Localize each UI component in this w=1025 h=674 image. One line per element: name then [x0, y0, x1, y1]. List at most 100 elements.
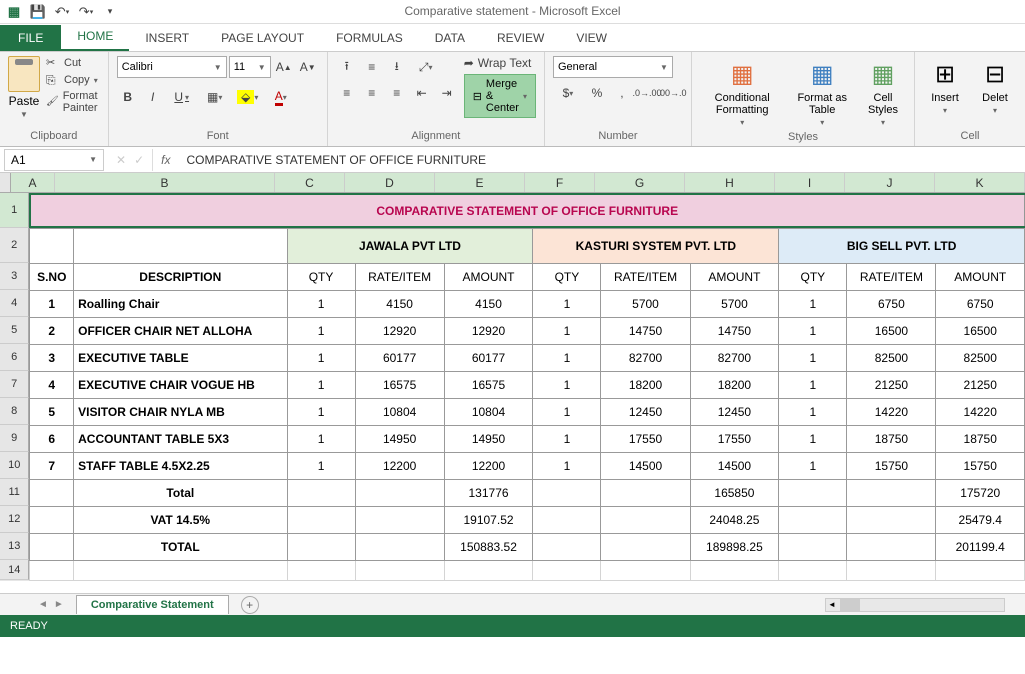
cell[interactable]: [287, 561, 355, 581]
tab-home[interactable]: HOME: [61, 23, 129, 51]
format-as-table-button[interactable]: ▦ Format as Table▾: [790, 56, 854, 129]
cell[interactable]: 24048.25: [690, 507, 779, 534]
cell[interactable]: [779, 480, 847, 507]
redo-icon[interactable]: ↷▾: [78, 4, 94, 20]
cell[interactable]: 1: [779, 399, 847, 426]
cell[interactable]: 16575: [355, 372, 444, 399]
cell[interactable]: DESCRIPTION: [74, 264, 287, 291]
cell[interactable]: QTY: [533, 264, 601, 291]
border-button[interactable]: ▦▾: [200, 86, 230, 108]
cell[interactable]: [74, 561, 287, 581]
copy-button[interactable]: Copy▾: [46, 73, 100, 87]
cell[interactable]: [355, 480, 444, 507]
cell[interactable]: AMOUNT: [936, 264, 1025, 291]
decrease-decimal-button[interactable]: .00→.0: [661, 82, 683, 104]
row-header[interactable]: 11: [0, 479, 29, 506]
cell[interactable]: 17550: [690, 426, 779, 453]
cell[interactable]: [287, 534, 355, 561]
cell[interactable]: 82700: [690, 345, 779, 372]
cell[interactable]: [287, 480, 355, 507]
title-cell[interactable]: COMPARATIVE STATEMENT OF OFFICE FURNITUR…: [30, 194, 1025, 229]
cell[interactable]: 1: [30, 291, 74, 318]
column-header[interactable]: J: [845, 173, 935, 192]
cell[interactable]: [533, 507, 601, 534]
cell[interactable]: 12200: [355, 453, 444, 480]
cell[interactable]: 12450: [690, 399, 779, 426]
cell[interactable]: 1: [779, 453, 847, 480]
cell[interactable]: 82700: [601, 345, 690, 372]
cell[interactable]: STAFF TABLE 4.5X2.25: [74, 453, 287, 480]
cell[interactable]: 15750: [847, 453, 936, 480]
cell[interactable]: 14950: [444, 426, 533, 453]
conditional-formatting-button[interactable]: ▦ Conditional Formatting▾: [700, 56, 784, 129]
enter-formula-icon[interactable]: ✓: [134, 153, 144, 167]
cell[interactable]: 3: [30, 345, 74, 372]
cell[interactable]: [355, 507, 444, 534]
row-header[interactable]: 13: [0, 533, 29, 560]
cell[interactable]: TOTAL: [74, 534, 287, 561]
cell[interactable]: Roalling Chair: [74, 291, 287, 318]
wrap-text-button[interactable]: ➦Wrap Text: [464, 56, 536, 70]
increase-font-button[interactable]: A▲: [273, 56, 295, 78]
vendor-header[interactable]: JAWALA PVT LTD: [287, 229, 533, 264]
cell[interactable]: 4150: [355, 291, 444, 318]
row-header[interactable]: 8: [0, 398, 29, 425]
tab-page-layout[interactable]: PAGE LAYOUT: [205, 25, 320, 51]
insert-cells-button[interactable]: ⊞ Insert▾: [923, 56, 967, 117]
align-bottom-button[interactable]: ⭳: [386, 56, 408, 78]
cell[interactable]: 82500: [847, 345, 936, 372]
cell[interactable]: 10804: [355, 399, 444, 426]
cell[interactable]: 14220: [936, 399, 1025, 426]
vendor-header[interactable]: KASTURI SYSTEM PVT. LTD: [533, 229, 779, 264]
cell[interactable]: [690, 561, 779, 581]
cell[interactable]: 5700: [601, 291, 690, 318]
align-top-button[interactable]: ⭱: [336, 56, 358, 78]
cell[interactable]: [444, 561, 533, 581]
select-all-corner[interactable]: [0, 173, 11, 192]
row-header[interactable]: 5: [0, 317, 29, 344]
paste-button[interactable]: Paste ▼: [8, 56, 40, 119]
cell[interactable]: 1: [779, 291, 847, 318]
cell[interactable]: 1: [287, 345, 355, 372]
cell[interactable]: S.NO: [30, 264, 74, 291]
cell[interactable]: 12920: [444, 318, 533, 345]
cell[interactable]: 7: [30, 453, 74, 480]
cell[interactable]: 1: [533, 426, 601, 453]
cell[interactable]: 4150: [444, 291, 533, 318]
cell[interactable]: 16500: [847, 318, 936, 345]
cell[interactable]: [533, 534, 601, 561]
cell-styles-button[interactable]: ▦ Cell Styles▾: [860, 56, 906, 129]
cell[interactable]: [30, 507, 74, 534]
cell[interactable]: 82500: [936, 345, 1025, 372]
column-header[interactable]: B: [55, 173, 275, 192]
fill-color-button[interactable]: ⬙▾: [233, 86, 263, 108]
cell[interactable]: 175720: [936, 480, 1025, 507]
data-table[interactable]: COMPARATIVE STATEMENT OF OFFICE FURNITUR…: [29, 193, 1025, 581]
cell[interactable]: [779, 534, 847, 561]
cell[interactable]: 1: [287, 291, 355, 318]
cell[interactable]: 1: [533, 399, 601, 426]
column-header[interactable]: D: [345, 173, 435, 192]
cell[interactable]: 1: [779, 345, 847, 372]
add-sheet-button[interactable]: +: [241, 596, 259, 614]
cell[interactable]: [847, 507, 936, 534]
cell[interactable]: RATE/ITEM: [847, 264, 936, 291]
tab-insert[interactable]: INSERT: [129, 25, 205, 51]
cell[interactable]: [30, 561, 74, 581]
vendor-header[interactable]: BIG SELL PVT. LTD: [779, 229, 1025, 264]
cell[interactable]: 1: [533, 345, 601, 372]
horizontal-scrollbar[interactable]: ◄: [825, 598, 1005, 612]
cell[interactable]: [601, 480, 690, 507]
cell[interactable]: 14500: [690, 453, 779, 480]
align-middle-button[interactable]: ≡: [361, 56, 383, 78]
cell[interactable]: 16500: [936, 318, 1025, 345]
save-icon[interactable]: 💾: [30, 4, 46, 20]
cell[interactable]: 14750: [690, 318, 779, 345]
column-header[interactable]: A: [11, 173, 55, 192]
cell[interactable]: 1: [779, 426, 847, 453]
cell[interactable]: 14750: [601, 318, 690, 345]
cell[interactable]: VAT 14.5%: [74, 507, 287, 534]
cell[interactable]: [847, 534, 936, 561]
cell[interactable]: [74, 229, 287, 264]
undo-icon[interactable]: ↶▾: [54, 4, 70, 20]
